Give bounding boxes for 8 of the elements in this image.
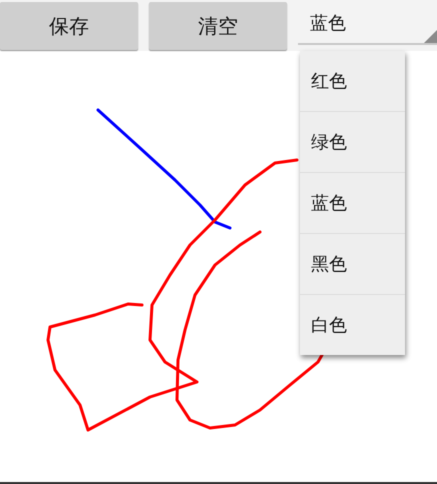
toolbar-button[interactable]: 清空 <box>149 2 287 50</box>
menu-item[interactable]: 白色 <box>300 295 405 355</box>
toolbar-button[interactable]: 保存 <box>0 2 138 50</box>
menu-item[interactable]: 红色 <box>300 51 405 112</box>
menu-item[interactable]: 黑色 <box>300 234 405 295</box>
menu-item[interactable]: 蓝色 <box>300 173 405 234</box>
dropdown-corner-icon <box>424 30 437 43</box>
menu-item[interactable]: 绿色 <box>300 112 405 173</box>
